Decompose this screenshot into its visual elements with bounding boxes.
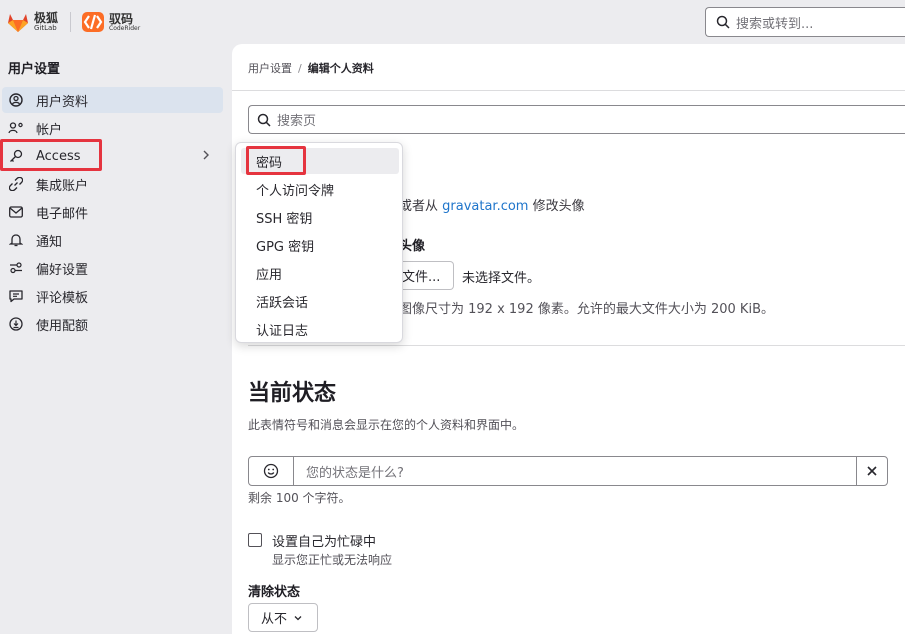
submenu-item-ssh-keys[interactable]: SSH 密钥 [241,204,399,230]
search-icon [716,15,730,29]
chevron-right-icon [203,150,209,160]
emoji-picker-button[interactable] [248,456,294,486]
account-icon [8,120,24,136]
clear-status-button[interactable] [856,456,888,486]
status-input-group: 您的状态是什么? [248,456,888,486]
sidebar-item-label: 通知 [36,234,63,250]
sidebar-item-usage-quotas[interactable]: 使用配额 [2,311,223,337]
breadcrumb-parent-link[interactable]: 用户设置 [248,62,292,75]
sidebar-item-label: 使用配额 [36,318,89,334]
sidebar-item-profile[interactable]: 用户资料 [2,87,223,113]
status-message-input[interactable]: 您的状态是什么? [294,456,856,486]
sidebar-item-preferences[interactable]: 偏好设置 [2,255,223,281]
quota-icon [8,316,24,332]
password-highlight-box [246,146,306,175]
busy-checkbox[interactable] [248,533,262,547]
smiley-icon [263,463,279,479]
sidebar-item-label: 帐户 [36,122,63,138]
sidebar-item-comment-templates[interactable]: 评论模板 [2,283,223,309]
clear-status-after-dropdown[interactable]: 从不 [248,603,318,632]
busy-checkbox-label[interactable]: 设置自己为忙碌中 [272,531,376,550]
sidebar-item-integrations[interactable]: 集成账户 [2,171,223,197]
close-icon [867,466,877,476]
profile-icon [8,92,24,108]
sidebar-item-account[interactable]: 帐户 [2,115,223,141]
chevron-down-icon [294,615,302,620]
clear-status-label: 清除状态 [248,585,301,600]
submenu-item-personal-access-tokens[interactable]: 个人访问令牌 [241,176,399,202]
mail-icon [8,204,24,220]
status-section-title: 当前状态 [248,381,337,406]
sidebar-item-notifications[interactable]: 通知 [2,227,223,253]
comment-template-icon [8,288,24,304]
status-description: 此表情符号和消息会显示在您的个人资料和界面中。 [248,418,525,432]
gravatar-hint: 或者从 gravatar.com 修改头像 [399,199,585,214]
coderider-logo-icon [82,12,105,32]
top-bar: 极狐 GitLab 驭码 CodeRider 搜索或转到... [0,0,905,44]
brand-divider [70,12,72,32]
sidebar-item-label: 集成账户 [36,178,89,194]
sidebar-item-email[interactable]: 电子邮件 [2,199,223,225]
page-search-input[interactable]: 搜索页 [248,105,905,134]
breadcrumb-divider [232,90,905,91]
avatar-size-hint: 图像尺寸为 192 x 192 像素。允许的最大文件大小为 200 KiB。 [399,302,774,317]
breadcrumb: 用户设置 / 编辑个人资料 [248,60,374,76]
access-highlight-box [0,139,102,171]
brand-logo[interactable]: 极狐 GitLab 驭码 CodeRider [6,9,140,35]
bell-icon [8,232,24,248]
preferences-icon [8,260,24,276]
submenu-item-auth-log[interactable]: 认证日志 [241,316,399,342]
gitlab-fox-icon [8,14,28,32]
page-search-placeholder: 搜索页 [277,114,317,129]
search-icon [257,113,271,127]
busy-help-text: 显示您正忙或无法响应 [272,553,393,567]
gravatar-link[interactable]: gravatar.com [442,199,528,214]
sidebar-item-label: 电子邮件 [36,206,89,222]
sidebar: 用户设置 用户资料 帐户 Access 集成账户 电子邮件 通知 偏好设置 评论… [0,44,232,634]
gitlab-wordmark: 极狐 GitLab [34,11,59,32]
sidebar-item-label: 用户资料 [36,94,89,110]
sidebar-title: 用户设置 [8,62,61,77]
coderider-wordmark: 驭码 CodeRider [109,11,141,32]
submenu-item-applications[interactable]: 应用 [241,260,399,286]
characters-remaining: 剩余 100 个字符。 [248,491,351,505]
breadcrumb-separator: / [298,62,302,75]
submenu-item-gpg-keys[interactable]: GPG 密钥 [241,232,399,258]
global-search-placeholder: 搜索或转到... [736,16,814,32]
global-search-input[interactable]: 搜索或转到... [705,7,905,37]
clear-status-value: 从不 [261,612,288,627]
sidebar-item-label: 偏好设置 [36,262,89,278]
link-icon [8,176,24,192]
section-divider [248,345,905,346]
submenu-item-active-sessions[interactable]: 活跃会话 [241,288,399,314]
breadcrumb-current: 编辑个人资料 [307,62,374,75]
sidebar-item-label: 评论模板 [36,290,89,306]
no-file-selected-text: 未选择文件。 [462,271,541,286]
